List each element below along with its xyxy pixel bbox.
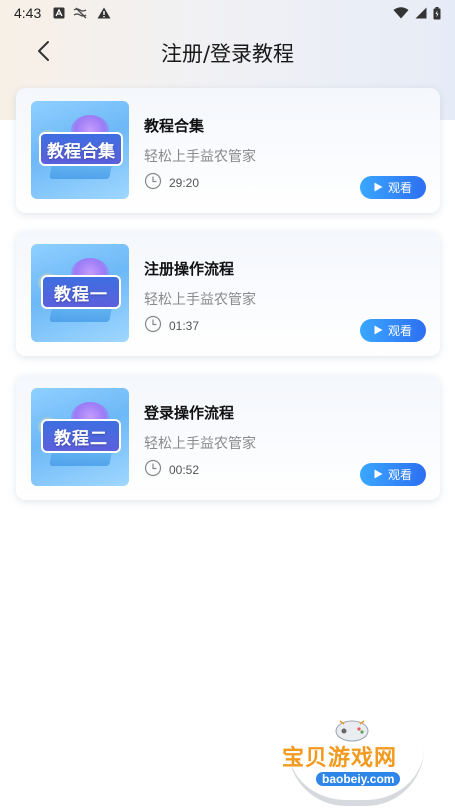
thumbnail-label: 教程合集 [39,132,123,166]
gamepad-mascot-icon [332,716,372,742]
thumbnail-label: 教程一 [41,275,121,309]
app-header: 注册/登录教程 [0,26,455,80]
status-bar: 4:43 [0,0,455,26]
watch-label: 观看 [387,324,412,338]
tutorial-subtitle: 轻松上手益农管家 [144,292,256,308]
cell-signal-icon [415,7,427,19]
tutorial-thumbnail: 教程一 [31,244,129,342]
play-icon [374,468,383,482]
tutorial-title: 注册操作流程 [144,260,235,278]
battery-icon [433,6,441,20]
a-box-icon [53,7,65,19]
chevron-left-icon [36,40,50,66]
watch-button[interactable]: 观看 [360,176,426,199]
watch-button[interactable]: 观看 [360,463,426,486]
tutorial-duration: 00:52 [144,459,199,480]
play-icon [374,181,383,195]
tutorial-subtitle: 轻松上手益农管家 [144,149,256,165]
duration-text: 01:37 [169,318,200,333]
tutorial-title: 登录操作流程 [144,404,235,422]
no-signal-icon [73,7,89,19]
duration-text: 00:52 [169,462,200,477]
clock-icon [144,172,162,193]
back-button[interactable] [28,38,58,68]
tutorial-thumbnail: 教程二 [31,388,129,486]
duration-text: 29:20 [169,175,200,190]
tutorial-duration: 01:37 [144,315,199,336]
tutorial-title: 教程合集 [144,117,205,135]
tutorial-thumbnail: 教程合集 [31,101,129,199]
status-right-icons [393,6,441,20]
tutorial-subtitle: 轻松上手益农管家 [144,436,256,452]
watch-button[interactable]: 观看 [360,319,426,342]
tutorial-card[interactable]: 教程二 登录操作流程 轻松上手益农管家 00:52 观看 [16,375,440,500]
warning-icon [97,7,111,19]
watch-label: 观看 [387,181,412,195]
tutorial-card[interactable]: 教程一 注册操作流程 轻松上手益农管家 01:37 观看 [16,231,440,356]
clock-icon [144,459,162,480]
wifi-icon [393,7,409,19]
play-icon [374,324,383,338]
clock-icon [144,315,162,336]
page-title: 注册/登录教程 [160,42,295,66]
tutorial-duration: 29:20 [144,172,199,193]
thumbnail-label: 教程二 [41,419,121,453]
watch-label: 观看 [387,468,412,482]
status-left-icons [53,7,111,19]
status-time: 4:43 [14,5,42,21]
watermark-text: 宝贝游戏网 [282,746,398,771]
watermark-url: baobeiy.com [316,772,401,786]
site-watermark: 宝贝游戏网 baobeiy.com [280,712,430,807]
tutorial-card[interactable]: 教程合集 教程合集 轻松上手益农管家 29:20 观看 [16,88,440,213]
